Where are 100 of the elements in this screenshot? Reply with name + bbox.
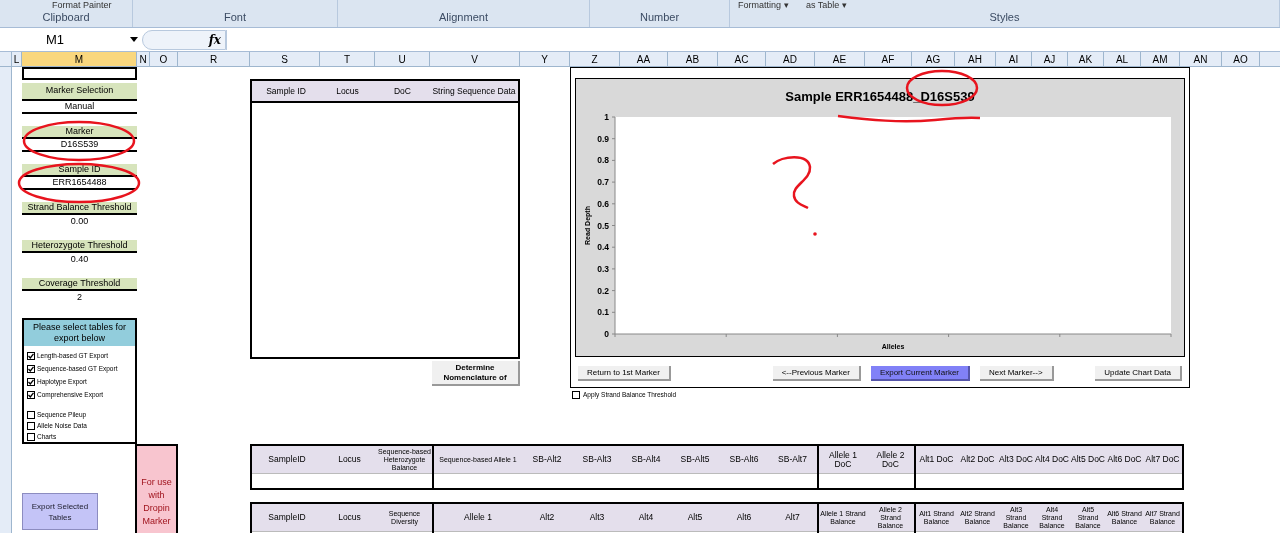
- column-heading[interactable]: U: [375, 52, 430, 66]
- column-header: SampleID: [252, 504, 322, 532]
- column-heading[interactable]: M: [22, 52, 137, 66]
- export-selected-tables-button[interactable]: Export Selected Tables: [22, 493, 98, 530]
- setting-value[interactable]: 2: [22, 291, 137, 304]
- column-heading[interactable]: AG: [912, 52, 955, 66]
- function-button[interactable]: fx: [208, 30, 221, 49]
- column-heading[interactable]: Z: [570, 52, 620, 66]
- column-header: DoC: [394, 86, 411, 96]
- checkbox[interactable]: [27, 421, 35, 430]
- column-header: SB-Alt6: [720, 446, 768, 474]
- checkbox[interactable]: [27, 390, 35, 399]
- axis-tick-label: 0: [603, 328, 609, 339]
- setting-label: Marker: [22, 126, 137, 139]
- column-heading[interactable]: Y: [520, 52, 570, 66]
- axis-tick-label: 0.1: [596, 306, 609, 317]
- column-header: Locus: [322, 504, 377, 532]
- column-header: SampleID: [252, 446, 322, 474]
- column-header: Alt3: [572, 504, 622, 532]
- axis-tick-label: 0.3: [596, 263, 609, 274]
- column-heading[interactable]: AC: [718, 52, 766, 66]
- ribbon-group-label: Styles: [989, 9, 1020, 25]
- chart-nav-button[interactable]: Return to 1st Marker: [578, 366, 671, 381]
- column-heading[interactable]: V: [430, 52, 520, 66]
- checkbox[interactable]: [27, 351, 35, 360]
- axis-tick-label: 0.4: [596, 241, 609, 252]
- column-heading[interactable]: AL: [1104, 52, 1141, 66]
- column-heading[interactable]: O: [150, 52, 178, 66]
- ribbon-command[interactable]: Format Painter: [52, 0, 112, 10]
- ribbon-group-label: Alignment: [439, 9, 488, 25]
- column-header: Alt5: [670, 504, 720, 532]
- name-box[interactable]: M1: [0, 29, 142, 50]
- determine-nomenclature-button[interactable]: Determine Nomenclature of: [432, 361, 520, 386]
- column-heading[interactable]: AM: [1141, 52, 1180, 66]
- ribbon-command[interactable]: as Table ▾: [806, 0, 847, 10]
- column-heading[interactable]: AE: [815, 52, 865, 66]
- column-header: Alt4: [622, 504, 670, 532]
- column-header: Alt3 DoC: [998, 446, 1034, 474]
- checkbox[interactable]: [27, 377, 35, 386]
- column-heading[interactable]: AJ: [1032, 52, 1068, 66]
- panel-title: Please select tables for export below: [24, 320, 135, 346]
- setting-value[interactable]: Manual: [22, 101, 137, 114]
- ribbon-group-label: Font: [224, 9, 246, 25]
- dropdown-caret-icon[interactable]: [130, 37, 138, 42]
- setting-value[interactable]: 0.40: [22, 253, 137, 266]
- column-header: Alt2 DoC: [957, 446, 998, 474]
- column-header: Alt7: [768, 504, 817, 532]
- chart-nav-button[interactable]: <--Previous Marker: [772, 366, 861, 381]
- column-header: Alt4 DoC: [1034, 446, 1070, 474]
- chart-nav-button[interactable]: Update Chart Data: [1095, 366, 1182, 381]
- checkbox[interactable]: [27, 432, 35, 441]
- column-heading[interactable]: AI: [996, 52, 1032, 66]
- setting-label: Marker Selection: [22, 83, 137, 101]
- column-header: Allele 1: [434, 504, 522, 532]
- checkbox[interactable]: [27, 364, 35, 373]
- setting-label: Heterozygote Threshold: [22, 240, 137, 253]
- setting-label: Coverage Threshold: [22, 278, 137, 291]
- checkbox[interactable]: [572, 390, 580, 399]
- column-header: Allele 2 DoC: [867, 446, 914, 474]
- column-header: Locus: [336, 86, 359, 96]
- column-heading[interactable]: S: [250, 52, 320, 66]
- axis-tick-label: 0.6: [596, 198, 609, 209]
- column-heading[interactable]: AO: [1222, 52, 1260, 66]
- column-header: Alt5 DoC: [1070, 446, 1106, 474]
- column-heading[interactable]: AD: [766, 52, 815, 66]
- axis-tick-label: 0.9: [596, 133, 609, 144]
- column-heading[interactable]: AK: [1068, 52, 1104, 66]
- column-heading[interactable]: AA: [620, 52, 668, 66]
- selected-cell[interactable]: [22, 67, 137, 80]
- axis-tick-label: 0.8: [596, 154, 609, 165]
- column-header: Alt2: [522, 504, 572, 532]
- axis-tick-label: 1: [603, 111, 609, 122]
- column-heading[interactable]: R: [178, 52, 250, 66]
- column-heading[interactable]: AF: [865, 52, 912, 66]
- column-header: SB-Alt4: [622, 446, 670, 474]
- column-heading[interactable]: AN: [1180, 52, 1222, 66]
- column-heading[interactable]: AH: [955, 52, 996, 66]
- column-heading[interactable]: T: [320, 52, 375, 66]
- ribbon-group-label: Number: [639, 9, 680, 25]
- axis-tick-label: 0.5: [596, 220, 609, 230]
- axis-tick-label: 0.2: [596, 285, 609, 296]
- axis-tick-label: 0.7: [596, 176, 609, 187]
- chart-nav-button[interactable]: Next Marker-->: [980, 366, 1054, 381]
- column-header: Alt6: [720, 504, 768, 532]
- column-heading[interactable]: AB: [668, 52, 718, 66]
- column-header: Alt6 DoC: [1106, 446, 1143, 474]
- column-header: SB-Alt5: [670, 446, 720, 474]
- ribbon-command[interactable]: Formatting ▾: [738, 0, 789, 10]
- column-header: SB-Alt7: [768, 446, 817, 474]
- column-header: Alt7 DoC: [1143, 446, 1182, 474]
- column-header: String Sequence Data: [432, 86, 516, 96]
- checkbox[interactable]: [27, 410, 35, 419]
- setting-value[interactable]: D16S539: [22, 139, 137, 152]
- chart-nav-button[interactable]: Export Current Marker: [870, 366, 970, 381]
- column-header: Sample ID: [266, 86, 306, 96]
- setting-label: Strand Balance Threshold: [22, 202, 137, 215]
- dropin-note: For use with Dropin Marker: [135, 444, 178, 533]
- setting-value[interactable]: ERR1654488: [22, 177, 137, 190]
- column-heading[interactable]: N: [137, 52, 150, 66]
- setting-value[interactable]: 0.00: [22, 215, 137, 228]
